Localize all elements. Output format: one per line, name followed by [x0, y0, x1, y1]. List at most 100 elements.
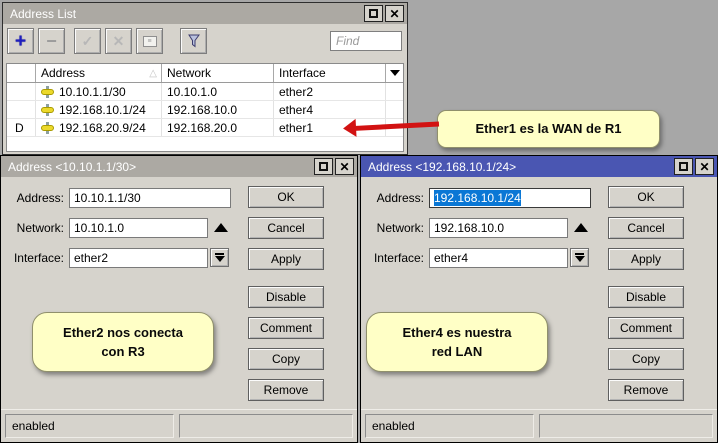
- status-enabled: enabled: [365, 414, 534, 438]
- dialog-titlebar[interactable]: Address <192.168.10.1/24> ✕: [361, 156, 717, 177]
- row-network: 10.10.1.0: [162, 83, 274, 100]
- address-label: Address:: [361, 188, 424, 208]
- remove-button[interactable]: Remove: [608, 379, 684, 401]
- status-enabled: enabled: [5, 414, 174, 438]
- chevron-down-icon: [390, 70, 400, 76]
- collapse-arrow-icon[interactable]: [214, 223, 228, 232]
- disable-button[interactable]: Disable: [608, 286, 684, 308]
- sort-ascending-icon: △: [149, 68, 157, 79]
- maximize-icon: [369, 9, 378, 18]
- maximize-icon: [679, 162, 688, 171]
- ip-address-icon: [41, 86, 55, 98]
- remove-button[interactable]: −: [38, 28, 65, 54]
- apply-button[interactable]: Apply: [248, 248, 324, 270]
- address-label: Address:: [1, 188, 64, 208]
- desktop: { "colors": { "active_titlebar": "#4a56b…: [0, 0, 718, 443]
- status-extra: [539, 414, 713, 438]
- maximize-button[interactable]: [364, 5, 383, 22]
- table-header: Address △ Network Interface: [7, 64, 403, 83]
- row-address: 10.10.1.1/30: [36, 83, 162, 100]
- disable-button[interactable]: Disable: [248, 286, 324, 308]
- callout-lan-annotation: Ether4 es nuestra red LAN: [366, 312, 548, 372]
- enable-icon: ✓: [82, 34, 94, 48]
- close-button[interactable]: ✕: [695, 158, 714, 175]
- row-flag: [7, 83, 36, 100]
- dialog-titlebar[interactable]: Address <10.10.1.1/30> ✕: [1, 156, 357, 177]
- address-field[interactable]: 192.168.10.1/24: [429, 188, 591, 208]
- selected-text: 192.168.10.1/24: [434, 190, 521, 206]
- filter-button[interactable]: [180, 28, 207, 54]
- flag-column-header[interactable]: [7, 64, 36, 82]
- row-network: 192.168.20.0: [162, 119, 274, 136]
- collapse-arrow-icon[interactable]: [574, 223, 588, 232]
- maximize-icon: [319, 162, 328, 171]
- callout-wan-annotation: Ether1 es la WAN de R1: [437, 110, 660, 148]
- row-interface: ether2: [274, 83, 386, 100]
- close-button[interactable]: ✕: [335, 158, 354, 175]
- interface-field[interactable]: [69, 248, 208, 268]
- address-list-toolbar: + − ✓ ✕ ≡: [3, 24, 407, 57]
- dropdown-icon: [575, 253, 584, 255]
- network-field[interactable]: [429, 218, 568, 238]
- column-options-button[interactable]: [386, 64, 403, 82]
- ok-button[interactable]: OK: [248, 186, 324, 208]
- arrow-head-icon: [343, 119, 357, 138]
- address-field[interactable]: [69, 188, 231, 208]
- filter-icon: [186, 33, 202, 49]
- address-list-titlebar[interactable]: Address List ✕: [3, 3, 407, 24]
- interface-field[interactable]: [429, 248, 568, 268]
- maximize-button[interactable]: [674, 158, 693, 175]
- add-button[interactable]: +: [7, 28, 34, 54]
- find-input[interactable]: [330, 31, 402, 51]
- address-column-label: Address: [41, 66, 85, 80]
- close-button[interactable]: ✕: [385, 5, 404, 22]
- close-icon: ✕: [339, 161, 349, 173]
- interface-column-header[interactable]: Interface: [274, 64, 386, 82]
- comment-button[interactable]: Comment: [608, 317, 684, 339]
- status-bar: enabled: [361, 409, 717, 442]
- interface-dropdown-button[interactable]: [210, 248, 229, 267]
- disable-icon: ✕: [113, 34, 125, 48]
- table-row[interactable]: 192.168.10.1/24 192.168.10.0 ether4: [7, 101, 403, 119]
- row-flag-dynamic: D: [7, 119, 36, 136]
- address-table: Address △ Network Interface 10.10.1.1/30…: [6, 63, 404, 152]
- close-icon: ✕: [389, 8, 399, 20]
- interface-label: Interface:: [1, 248, 64, 268]
- row-network: 192.168.10.0: [162, 101, 274, 118]
- ok-button[interactable]: OK: [608, 186, 684, 208]
- callout-r3-annotation: Ether2 nos conecta con R3: [32, 312, 214, 372]
- cancel-button[interactable]: Cancel: [608, 217, 684, 239]
- network-field[interactable]: [69, 218, 208, 238]
- cancel-button[interactable]: Cancel: [248, 217, 324, 239]
- network-label: Network:: [1, 218, 64, 238]
- ip-address-icon: [41, 122, 55, 134]
- network-label: Network:: [361, 218, 424, 238]
- disable-button[interactable]: ✕: [105, 28, 132, 54]
- dialog-title: Address <10.10.1.1/30>: [8, 160, 312, 174]
- address-dialog-ether4: Address <192.168.10.1/24> ✕ Address: 192…: [360, 155, 718, 443]
- dropdown-icon: [215, 253, 224, 255]
- add-icon: +: [15, 32, 26, 51]
- apply-button[interactable]: Apply: [608, 248, 684, 270]
- address-dialog-ether2: Address <10.10.1.1/30> ✕ Address: Networ…: [0, 155, 358, 443]
- interface-dropdown-button[interactable]: [570, 248, 589, 267]
- status-bar: enabled: [1, 409, 357, 442]
- row-flag: [7, 101, 36, 118]
- comment-icon: ≡: [143, 36, 157, 47]
- address-column-header[interactable]: Address △: [36, 64, 162, 82]
- maximize-button[interactable]: [314, 158, 333, 175]
- comment-button[interactable]: ≡: [136, 28, 163, 54]
- table-row[interactable]: 10.10.1.1/30 10.10.1.0 ether2: [7, 83, 403, 101]
- status-extra: [179, 414, 353, 438]
- interface-label: Interface:: [361, 248, 424, 268]
- copy-button[interactable]: Copy: [248, 348, 324, 370]
- red-arrow-annotation: [343, 115, 440, 138]
- copy-button[interactable]: Copy: [608, 348, 684, 370]
- dialog-title: Address <192.168.10.1/24>: [368, 160, 672, 174]
- window-title: Address List: [10, 7, 362, 21]
- network-column-header[interactable]: Network: [162, 64, 274, 82]
- enable-button[interactable]: ✓: [74, 28, 101, 54]
- row-address: 192.168.10.1/24: [36, 101, 162, 118]
- comment-button[interactable]: Comment: [248, 317, 324, 339]
- remove-button[interactable]: Remove: [248, 379, 324, 401]
